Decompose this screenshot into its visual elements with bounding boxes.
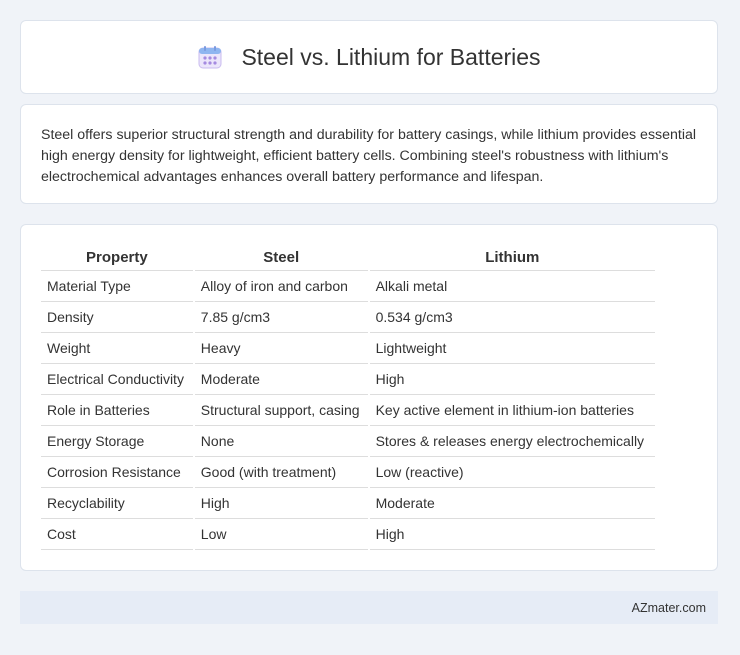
- cell-lithium: High: [369, 364, 655, 395]
- cell-property: Weight: [41, 333, 193, 364]
- table-row: Density 7.85 g/cm3 0.534 g/cm3: [41, 302, 655, 333]
- description-card: Steel offers superior structural strengt…: [20, 104, 718, 204]
- description-text: Steel offers superior structural strengt…: [41, 127, 697, 185]
- cell-lithium: Stores & releases energy electrochemical…: [369, 426, 655, 457]
- table-row: Recyclability High Moderate: [41, 488, 655, 519]
- cell-property: Corrosion Resistance: [41, 457, 193, 488]
- cell-steel: None: [194, 426, 368, 457]
- column-header-lithium: Lithium: [369, 247, 655, 271]
- cell-steel: 7.85 g/cm3: [194, 302, 368, 333]
- cell-lithium: Lightweight: [369, 333, 655, 364]
- table-row: Cost Low High: [41, 519, 655, 550]
- calendar-icon: [197, 44, 223, 70]
- cell-steel: Structural support, casing: [194, 395, 368, 426]
- comparison-table: Property Steel Lithium Material Type Allo…: [39, 247, 657, 550]
- table-row: Role in Batteries Structural support, cas…: [41, 395, 655, 426]
- cell-steel: Heavy: [194, 333, 368, 364]
- table-body: Material Type Alloy of iron and carbon Alk…: [41, 271, 655, 550]
- table-row: Material Type Alloy of iron and carbon Alk…: [41, 271, 655, 302]
- cell-steel: Alloy of iron and carbon: [194, 271, 368, 302]
- cell-lithium: 0.534 g/cm3: [369, 302, 655, 333]
- comparison-card: Property Steel Lithium Material Type Allo…: [20, 224, 718, 571]
- table-row: Energy Storage None Stores & releases ener…: [41, 426, 655, 457]
- column-header-property: Property: [41, 247, 193, 271]
- table-row: Electrical Conductivity Moderate High: [41, 364, 655, 395]
- table-row: Weight Heavy Lightweight: [41, 333, 655, 364]
- cell-lithium: Low (reactive): [369, 457, 655, 488]
- cell-steel: Low: [194, 519, 368, 550]
- title-wrap: Steel vs. Lithium for Batteries: [197, 43, 541, 71]
- cell-lithium: Alkali metal: [369, 271, 655, 302]
- cell-steel: Moderate: [194, 364, 368, 395]
- cell-lithium: Moderate: [369, 488, 655, 519]
- cell-property: Material Type: [41, 271, 193, 302]
- footer-brand: AZmater.com: [631, 600, 706, 615]
- page-title: Steel vs. Lithium for Batteries: [241, 43, 541, 70]
- cell-property: Electrical Conductivity: [41, 364, 193, 395]
- cell-steel: Good (with treatment): [194, 457, 368, 488]
- title-card: Steel vs. Lithium for Batteries: [20, 20, 718, 94]
- cell-property: Density: [41, 302, 193, 333]
- cell-steel: High: [194, 488, 368, 519]
- table-row: Corrosion Resistance Good (with treatment…: [41, 457, 655, 488]
- footer: AZmater.com: [20, 591, 718, 624]
- cell-property: Recyclability: [41, 488, 193, 519]
- cell-property: Role in Batteries: [41, 395, 193, 426]
- cell-lithium: Key active element in lithium-ion batter…: [369, 395, 655, 426]
- column-header-steel: Steel: [194, 247, 368, 271]
- cell-lithium: High: [369, 519, 655, 550]
- table-header-row: Property Steel Lithium: [41, 247, 655, 271]
- cell-property: Cost: [41, 519, 193, 550]
- cell-property: Energy Storage: [41, 426, 193, 457]
